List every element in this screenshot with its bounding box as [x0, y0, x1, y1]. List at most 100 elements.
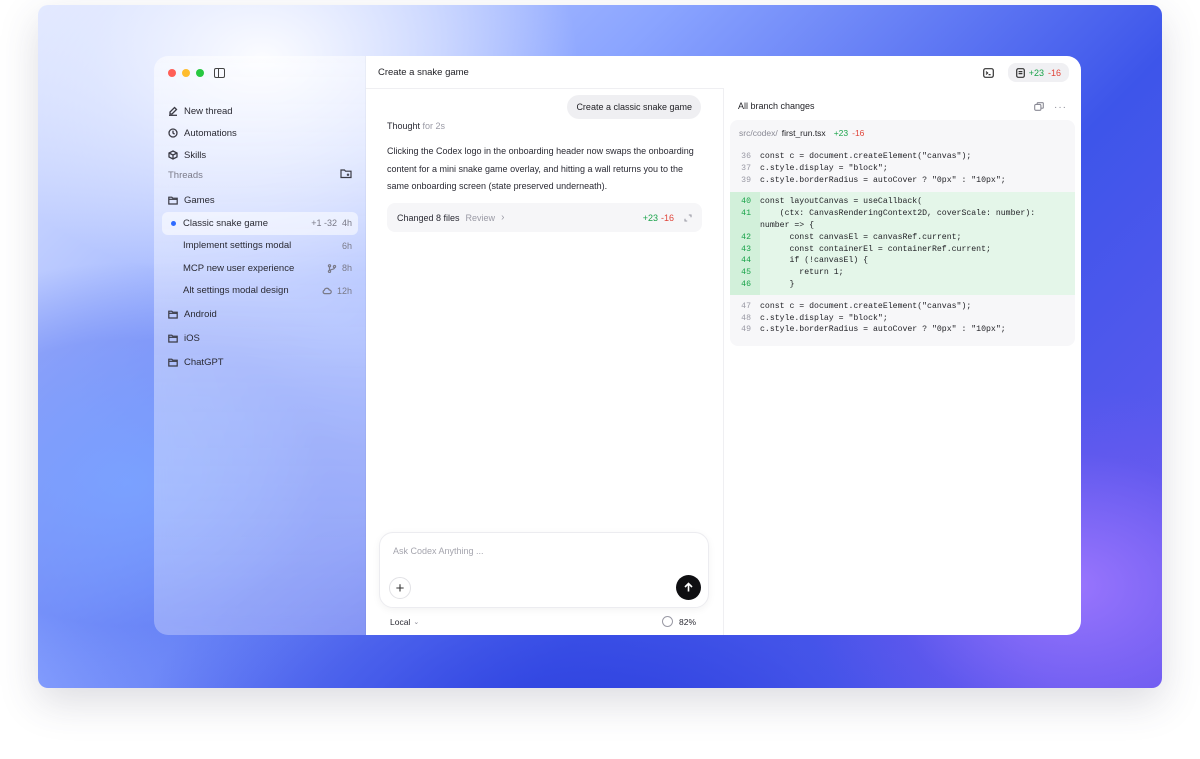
- header-added-count: +23: [1028, 67, 1044, 78]
- folder-label: Android: [184, 308, 217, 320]
- file-name: first_run.tsx: [781, 128, 826, 138]
- line-code: const layoutCanvas = useCallback(: [760, 197, 923, 207]
- threads-header: Threads: [168, 168, 352, 182]
- composer: +: [379, 532, 709, 608]
- clock-icon: [168, 128, 178, 138]
- context-ring-icon: [661, 616, 673, 627]
- automations-button[interactable]: Automations: [168, 122, 368, 144]
- thread-mcp-new-user-experience[interactable]: MCP new user experience 8h: [162, 257, 358, 280]
- code-view: 36 const c = document.createElement("canv…: [730, 148, 1075, 340]
- thread-diff-stats: +1 -32: [311, 218, 337, 229]
- minimize-window-button[interactable]: [182, 69, 190, 77]
- folder-label: ChatGPT: [184, 356, 224, 368]
- line-number: 37: [741, 163, 751, 173]
- line-code: c.style.borderRadius = autoCover ? "0px"…: [760, 175, 1006, 185]
- thread-classic-snake-game[interactable]: Classic snake game +1 -32 4h: [162, 212, 358, 235]
- code-line: 46 }: [730, 279, 1075, 291]
- context-hunk: 36 const c = document.createElement("canv…: [730, 148, 1075, 190]
- code-line: 48 c.style.display = "block";: [730, 313, 1075, 325]
- expand-icon[interactable]: [684, 213, 692, 222]
- line-code: return 1;: [760, 268, 844, 278]
- line-number: 40: [741, 197, 751, 207]
- line-code: if (!canvasEl) {: [760, 256, 869, 266]
- line-number: [730, 220, 760, 232]
- user-message: Create a classic snake game: [567, 95, 701, 119]
- new-folder-icon[interactable]: [340, 168, 352, 182]
- header-removed-count: -16: [1047, 67, 1061, 78]
- line-code: c.style.display = "block";: [760, 313, 888, 323]
- file-header[interactable]: src/codex/first_run.tsx +23 -16: [730, 120, 1075, 146]
- context-usage-value: 82%: [678, 616, 696, 627]
- line-number: 42: [741, 232, 751, 242]
- terminal-icon: [983, 67, 995, 78]
- code-line: 37 c.style.display = "block";: [730, 163, 1075, 175]
- new-thread-button[interactable]: New thread: [168, 100, 368, 122]
- skills-button[interactable]: Skills: [168, 144, 368, 166]
- file-diff-card: src/codex/first_run.tsx +23 -16 36 const …: [730, 120, 1075, 346]
- unread-indicator: [171, 221, 176, 226]
- branch-icon: [327, 263, 337, 273]
- line-number: 43: [741, 244, 751, 254]
- copy-icon[interactable]: [1034, 98, 1044, 116]
- changed-files-card[interactable]: Changed 8 files Review › +23 -16: [387, 203, 702, 232]
- line-number: 41: [741, 209, 751, 219]
- thread-label: MCP new user experience: [183, 262, 295, 274]
- code-line: 40 const layoutCanvas = useCallback(: [730, 196, 1075, 208]
- thought-indicator[interactable]: Thought for 2s: [387, 121, 445, 131]
- diff-toggle-button[interactable]: +23 -16: [1007, 63, 1069, 82]
- line-code: number => {: [760, 220, 815, 230]
- cloud-icon: [322, 287, 332, 295]
- folder-android[interactable]: Android: [162, 302, 358, 326]
- added-hunk: 40 const layoutCanvas = useCallback(41 (c…: [730, 192, 1075, 296]
- folder-games[interactable]: Games: [162, 188, 358, 212]
- line-number: 36: [741, 152, 751, 161]
- code-line: 41 (ctx: CanvasRenderingContext2D, cover…: [730, 208, 1075, 220]
- folder-icon: [168, 196, 178, 205]
- skills-label: Skills: [184, 149, 207, 161]
- arrow-up-icon: [684, 582, 693, 592]
- maximize-window-button[interactable]: [196, 69, 204, 77]
- chevron-right-icon: ›: [501, 212, 505, 223]
- page-title: Create a snake game: [378, 67, 469, 78]
- diff-heading: All branch changes: [738, 101, 815, 111]
- main-panel: Create a snake game +23 -16 Create a cla…: [366, 56, 1081, 635]
- sidebar-toggle-icon[interactable]: [214, 68, 225, 78]
- line-number: 44: [741, 256, 751, 266]
- line-number: 47: [741, 301, 751, 311]
- review-link[interactable]: Review: [466, 213, 496, 223]
- file-added-count: +23: [833, 128, 849, 138]
- file-path: src/codex/: [739, 128, 778, 138]
- terminal-button[interactable]: [978, 63, 1000, 82]
- automations-label: Automations: [184, 127, 237, 139]
- sidebar: New thread Automations Skills Threads Ga…: [154, 56, 380, 635]
- assistant-response: Clicking the Codex logo in the onboardin…: [387, 146, 694, 191]
- environment-select[interactable]: Local ⌄: [390, 617, 419, 627]
- attach-button[interactable]: +: [389, 577, 411, 599]
- thread-time: 6h: [341, 240, 352, 251]
- plus-icon: +: [395, 579, 405, 597]
- environment-label: Local: [390, 616, 411, 627]
- thread-label: Classic snake game: [183, 217, 269, 229]
- thread-implement-settings-modal[interactable]: Implement settings modal 6h: [162, 235, 358, 258]
- line-code: }: [760, 279, 795, 289]
- message-input[interactable]: [393, 546, 673, 556]
- new-thread-label: New thread: [184, 105, 233, 117]
- close-window-button[interactable]: [168, 69, 176, 77]
- line-number: 39: [741, 175, 751, 185]
- thought-duration: for 2s: [422, 121, 446, 131]
- folder-icon: [168, 310, 178, 319]
- sidebar-nav: New thread Automations Skills: [168, 100, 368, 166]
- changed-files-label: Changed 8 files: [397, 212, 460, 223]
- compose-icon: [168, 106, 178, 116]
- folder-ios[interactable]: iOS: [162, 326, 358, 350]
- thread-alt-settings-modal-design[interactable]: Alt settings modal design 12h: [162, 280, 358, 303]
- thread-time: 8h: [341, 263, 352, 274]
- line-code: const c = document.createElement("canvas…: [760, 301, 972, 311]
- folder-label: iOS: [184, 332, 200, 344]
- line-code: const containerEl = containerRef.current…: [760, 244, 991, 254]
- code-line: 45 return 1;: [730, 267, 1075, 279]
- more-options-icon[interactable]: ···: [1054, 102, 1067, 113]
- send-button[interactable]: [676, 575, 701, 600]
- folder-chatgpt[interactable]: ChatGPT: [162, 350, 358, 374]
- line-number: 46: [741, 279, 751, 289]
